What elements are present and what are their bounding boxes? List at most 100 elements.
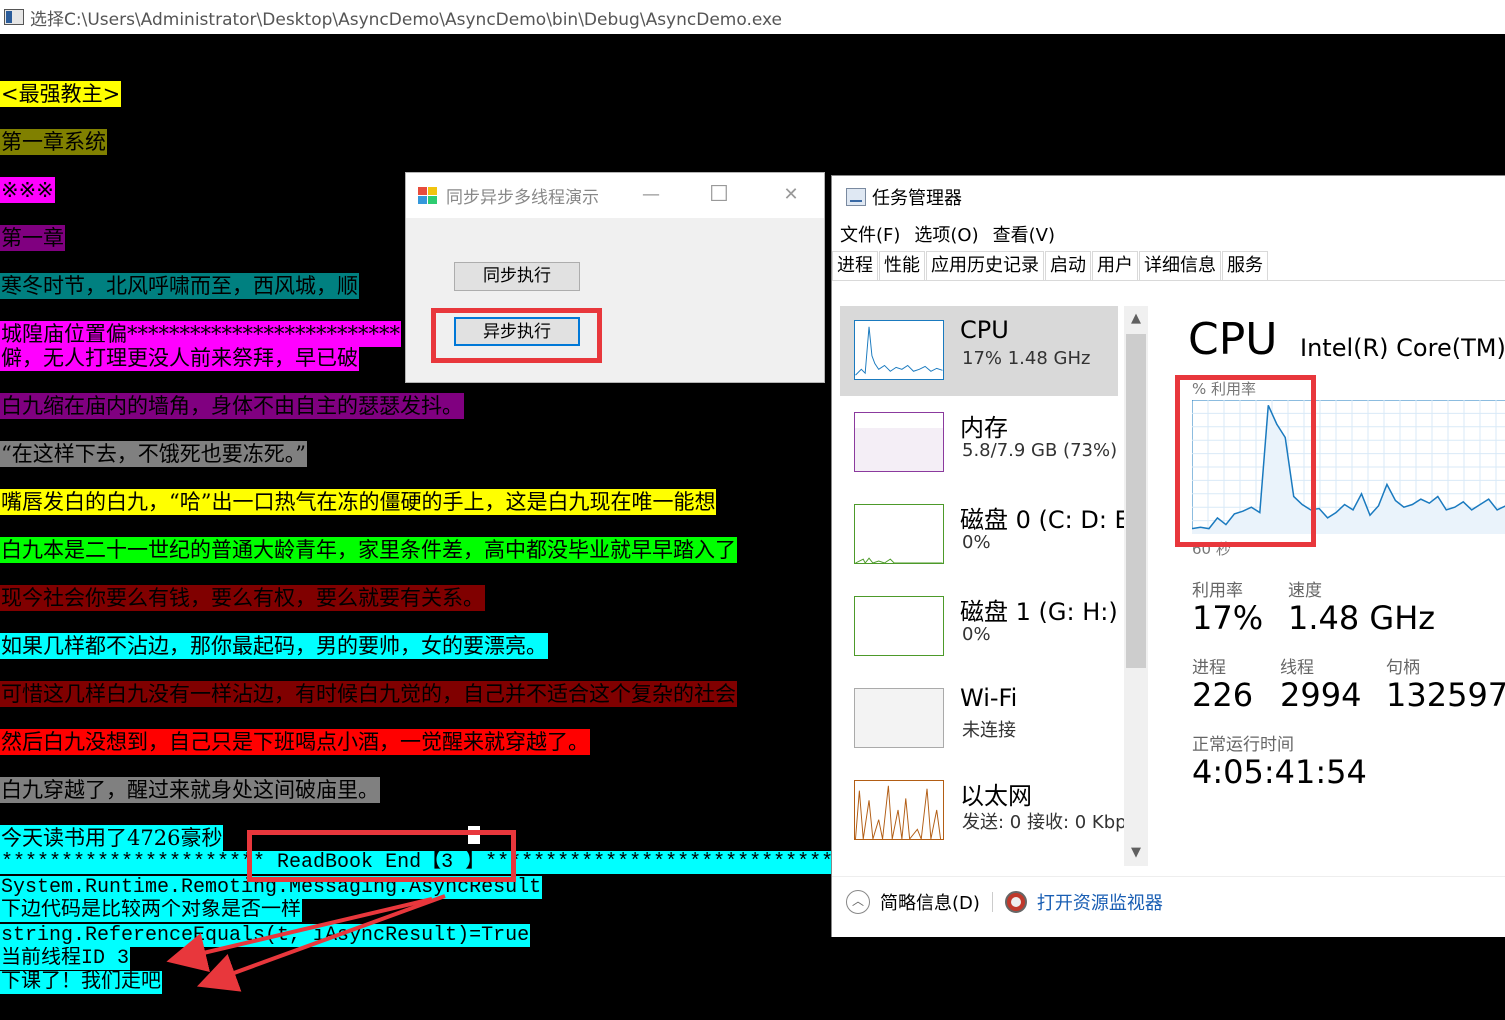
scroll-down-icon[interactable]: ▼	[1124, 842, 1148, 864]
console-line-text: 现今社会你要么有钱，要么有权，要么就要有关系。	[0, 585, 485, 611]
console-line: 第一章	[0, 225, 65, 251]
perf-item-value: 5.8/7.9 GB (73%)	[962, 440, 1118, 461]
perf-item-name: 以太网	[960, 782, 1032, 810]
tab-services[interactable]: 服务	[1222, 251, 1268, 280]
speed-label: 速度	[1288, 581, 1322, 601]
minimize-button[interactable]: —	[628, 179, 674, 211]
perf-item-disk0[interactable]: 磁盘 0 (C: D: E: 0%	[840, 490, 1138, 580]
scrollbar-thumb[interactable]	[1126, 334, 1146, 668]
menu-options[interactable]: 选项(O)	[914, 221, 978, 247]
close-button[interactable]: ✕	[768, 179, 814, 211]
console-line-text: 城隍庙位置偏**************************	[0, 321, 401, 347]
form-title: 同步异步多线程演示	[446, 188, 599, 208]
console-line: 今天读书用了4726豪秒	[0, 825, 224, 851]
sync-execute-button[interactable]: 同步执行	[454, 262, 580, 291]
tab-app-history[interactable]: 应用历史记录	[926, 251, 1044, 280]
perf-item-name: Wi-Fi	[960, 684, 1018, 712]
console-line: 现今社会你要么有钱，要么有权，要么就要有关系。	[0, 585, 485, 611]
thread-label: 线程	[1280, 658, 1314, 678]
cpu-thumb-graph	[854, 320, 944, 380]
task-manager-window[interactable]: 任务管理器 文件(F) 选项(O) 查看(V) 进程 性能 应用历史记录 启动 …	[831, 175, 1505, 937]
perf-item-wifi[interactable]: Wi-Fi 未连接	[840, 674, 1118, 764]
console-line: ※※※	[0, 177, 55, 203]
console-title: 选择C:\Users\Administrator\Desktop\AsyncDe…	[30, 9, 783, 30]
async-execute-button[interactable]: 异步执行	[454, 317, 580, 346]
perf-item-cpu[interactable]: CPU 17% 1.48 GHz	[840, 306, 1118, 396]
thread-value: 2994	[1280, 676, 1362, 714]
disk1-thumb-graph	[854, 596, 944, 656]
form-app-icon	[418, 186, 438, 205]
console-line-text: 今天读书用了4726豪秒	[0, 825, 224, 851]
console-line-text: 然后白九没想到，自己只是下班喝点小酒，一觉醒来就穿越了。	[0, 729, 590, 755]
perf-item-name: 磁盘 0 (C: D: E:	[960, 506, 1138, 534]
tab-details[interactable]: 详细信息	[1139, 251, 1221, 280]
taskmgr-footer: ︿ 简略信息(D) 打开资源监视器	[832, 876, 1505, 927]
tab-processes[interactable]: 进程	[832, 251, 878, 280]
console-line: <最强教主>	[0, 81, 122, 107]
wifi-thumb-graph	[854, 688, 944, 748]
uptime-label: 正常运行时间	[1192, 735, 1294, 755]
console-line-text: 如果几样都不沾边，那你最起码，男的要帅，女的要漂亮。	[0, 633, 548, 659]
maximize-button[interactable]: ☐	[696, 179, 742, 211]
console-line-text: “在这样下去，不饿死也要冻死。”	[0, 441, 307, 467]
perf-item-value: 0%	[962, 624, 991, 645]
console-line-text: string.ReferenceEquals(t, iAsyncResult)=…	[0, 924, 531, 947]
handle-value: 132597	[1386, 676, 1505, 714]
menu-view[interactable]: 查看(V)	[993, 221, 1055, 247]
tab-startup[interactable]: 启动	[1045, 251, 1091, 280]
form-titlebar[interactable]: 同步异步多线程演示 — ☐ ✕	[406, 173, 824, 218]
perf-sidebar: CPU 17% 1.48 GHz 内存 5.8/7.9 GB (73%) 磁盘 …	[832, 306, 1154, 866]
taskmgr-icon	[846, 188, 866, 206]
detail-title: CPU	[1188, 314, 1278, 365]
console-line-text: 白九穿越了，醒过来就身处这间破庙里。	[0, 777, 380, 803]
sidebar-scrollbar[interactable]: ▲ ▼	[1124, 306, 1148, 866]
tab-users[interactable]: 用户	[1092, 251, 1138, 280]
perf-item-ethernet[interactable]: 以太网 发送: 0 接收: 0 Kbp	[840, 766, 1127, 856]
console-line-text: 寒冬时节，北风呼啸而至，西风城，顺	[0, 273, 359, 299]
demo-form-window[interactable]: 同步异步多线程演示 — ☐ ✕ 同步执行 异步执行	[405, 172, 825, 383]
speed-value: 1.48 GHz	[1288, 599, 1436, 637]
console-mono-line: ********************** ReadBook End【3 】*…	[0, 851, 931, 874]
console-line: 白九穿越了，醒过来就身处这间破庙里。	[0, 777, 380, 803]
graph-time-label: 60 秒	[1192, 540, 1231, 558]
disk0-thumb-graph	[854, 504, 944, 564]
console-line: 僻，无人打理更没人前来祭拜，早已破	[0, 345, 359, 371]
perf-item-name: 磁盘 1 (G: H:)	[960, 598, 1118, 626]
console-line: 嘴唇发白的白九，“哈”出一口热气在冻的僵硬的手上，这是白九现在唯一能想	[0, 489, 717, 515]
resource-monitor-icon[interactable]	[1004, 891, 1027, 913]
cpu-model-name: Intel(R) Core(TM)	[1300, 334, 1505, 362]
perf-item-value: 未连接	[962, 720, 1016, 741]
ethernet-thumb-graph	[854, 780, 944, 840]
uptime-value: 4:05:41:54	[1192, 753, 1367, 791]
tab-performance[interactable]: 性能	[879, 251, 925, 280]
console-line-text: 白九缩在庙内的墙角，身体不由自主的瑟瑟发抖。	[0, 393, 464, 419]
console-titlebar[interactable]: 选择C:\Users\Administrator\Desktop\AsyncDe…	[0, 0, 1505, 34]
open-resource-monitor-link[interactable]: 打开资源监视器	[1037, 889, 1163, 915]
console-line-text: System.Runtime.Remoting.Messaging.AsyncR…	[0, 876, 543, 899]
perf-item-value: 17% 1.48 GHz	[962, 348, 1091, 369]
perf-item-disk1[interactable]: 磁盘 1 (G: H:) 0%	[840, 582, 1118, 672]
proc-label: 进程	[1192, 658, 1226, 678]
perf-item-value: 0%	[962, 532, 991, 553]
console-line-text: 下课了！我们走吧	[0, 971, 162, 994]
summary-button[interactable]: 简略信息(D)	[880, 889, 980, 915]
console-line-text: 白九本是二十一世纪的普通大龄青年，家里条件差，高中都没毕业就早早踏入了	[0, 537, 737, 563]
console-line-text: 当前线程ID 3	[0, 947, 131, 970]
collapse-chevron-icon[interactable]: ︿	[846, 890, 870, 914]
console-line: 白九缩在庙内的墙角，身体不由自主的瑟瑟发抖。	[0, 393, 464, 419]
handle-label: 句柄	[1386, 658, 1420, 678]
console-line: 白九本是二十一世纪的普通大龄青年，家里条件差，高中都没毕业就早早踏入了	[0, 537, 737, 563]
console-line-text: 僻，无人打理更没人前来祭拜，早已破	[0, 345, 359, 371]
console-mono-line: string.ReferenceEquals(t, iAsyncResult)=…	[0, 924, 531, 947]
taskmgr-menubar: 文件(F) 选项(O) 查看(V)	[832, 218, 1505, 250]
console-line-text: 可惜这几样白九没有一样沾边，有时候白九觉的，自己并不适合这个复杂的社会	[0, 681, 737, 707]
console-mono-line: 下课了！我们走吧	[0, 971, 162, 994]
console-line: 城隍庙位置偏**************************	[0, 321, 401, 347]
scroll-up-icon[interactable]: ▲	[1124, 308, 1148, 330]
menu-file[interactable]: 文件(F)	[840, 221, 900, 247]
taskmgr-titlebar[interactable]: 任务管理器	[832, 176, 1505, 218]
util-value: 17%	[1192, 599, 1264, 637]
perf-item-memory[interactable]: 内存 5.8/7.9 GB (73%)	[840, 398, 1118, 488]
console-line-text: ********************** ReadBook End【3 】*…	[0, 851, 931, 874]
console-line: 寒冬时节，北风呼啸而至，西风城，顺	[0, 273, 359, 299]
